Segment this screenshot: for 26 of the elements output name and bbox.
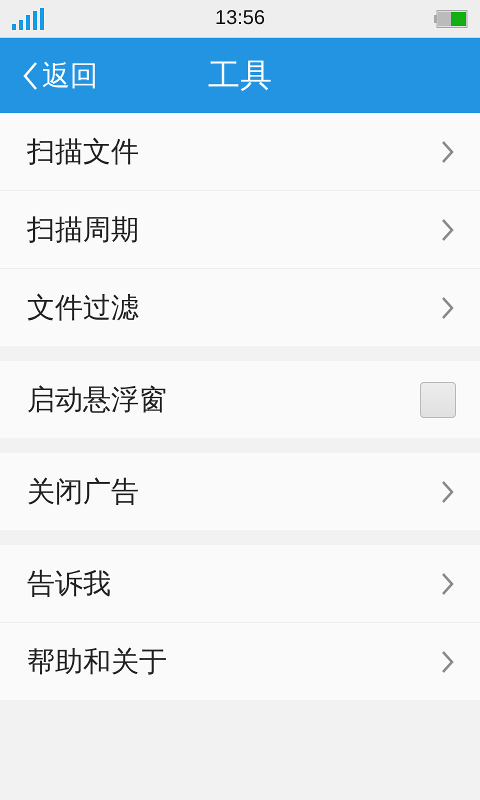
checkbox[interactable] <box>420 382 456 418</box>
chevron-icon <box>441 480 454 504</box>
chevron-icon <box>441 296 454 320</box>
row-label: 启动悬浮窗 <box>27 382 167 418</box>
back-chevron-icon <box>22 60 38 90</box>
chevron-icon <box>441 218 454 242</box>
chevron-icon <box>441 572 454 596</box>
status-time: 13:56 <box>214 7 266 30</box>
row-label: 扫描文件 <box>27 134 139 170</box>
settings-row[interactable]: 关闭广告 <box>0 453 480 530</box>
row-label: 扫描周期 <box>27 212 139 248</box>
row-label: 帮助和关于 <box>27 644 167 680</box>
battery-icon <box>434 10 468 28</box>
settings-row[interactable]: 告诉我 <box>0 545 480 623</box>
page-title: 工具 <box>208 56 272 94</box>
settings-row[interactable]: 帮助和关于 <box>0 623 480 700</box>
row-label: 关闭广告 <box>27 474 139 510</box>
settings-row[interactable]: 扫描文件 <box>0 113 480 191</box>
chevron-icon <box>441 140 454 164</box>
row-label: 文件过滤 <box>27 290 139 326</box>
row-label: 告诉我 <box>27 566 111 602</box>
settings-row[interactable]: 启动悬浮窗 <box>0 361 480 438</box>
chevron-icon <box>441 650 454 674</box>
settings-row[interactable]: 文件过滤 <box>0 269 480 346</box>
signal-icon <box>12 8 46 30</box>
settings-row[interactable]: 扫描周期 <box>0 191 480 269</box>
